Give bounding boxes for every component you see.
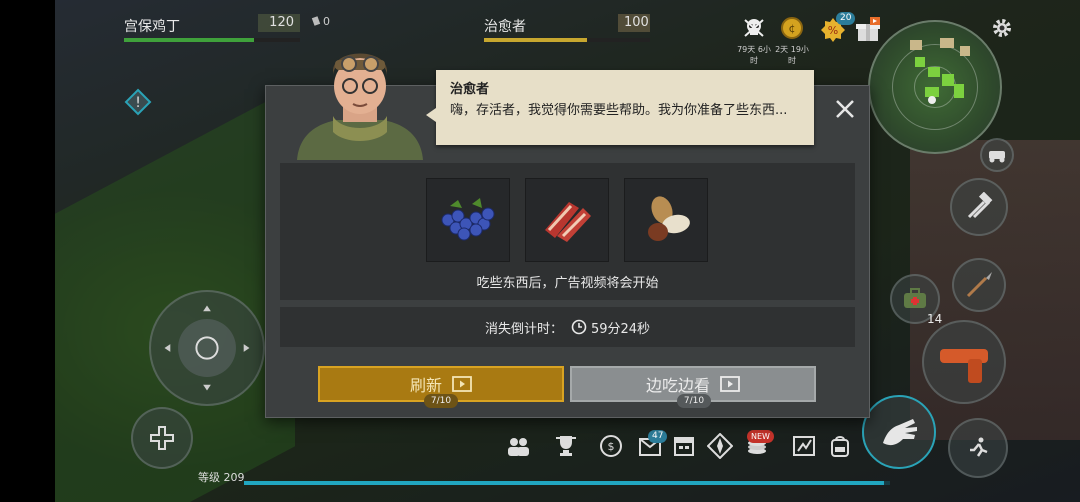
reward-slot-blueberries[interactable] (426, 178, 510, 262)
reward-slot-nuts[interactable] (624, 178, 708, 262)
weapon-ammo: 14 (927, 312, 943, 326)
map-icon[interactable] (790, 432, 818, 460)
hammer-icon (967, 192, 993, 219)
sprint-button[interactable] (948, 418, 1008, 478)
coin-icon[interactable]: ¢ (778, 14, 806, 42)
weapon-slot[interactable] (922, 320, 1006, 404)
calendar-icon[interactable] (670, 432, 698, 460)
speech-bubble: 治愈者 嗨，存活者，我觉得你需要些帮助。我为你准备了些东西... (426, 70, 814, 145)
npc-value: 100 (618, 14, 650, 32)
compass-icon[interactable] (706, 432, 734, 460)
interact-button[interactable] (862, 395, 936, 469)
cartridge-icon (311, 14, 321, 29)
bacon-icon (545, 202, 591, 242)
nuts-icon (648, 196, 690, 241)
plus-icon (150, 426, 174, 450)
coin-timer: 2天 19小时 (775, 45, 809, 65)
ammo-value: 0 (323, 15, 330, 28)
countdown-panel: 消失倒计时： 59分24秒 (280, 307, 855, 347)
clock-icon (571, 319, 587, 335)
discount-badge: 20 (836, 12, 856, 25)
flare-gun-icon (940, 349, 988, 383)
minimap-markers (910, 38, 970, 104)
heal-button[interactable] (131, 407, 193, 469)
countdown-value: 59分24秒 (590, 321, 651, 337)
motorcycle-icon (989, 151, 1005, 163)
new-badge: NEW (747, 430, 774, 443)
backpack-icon[interactable] (826, 432, 854, 460)
movement-joystick[interactable] (149, 290, 265, 406)
mail-badge: 47 (648, 430, 668, 443)
video-play-icon (452, 376, 472, 392)
close-button[interactable] (830, 94, 860, 124)
svg-text:$: $ (608, 440, 615, 453)
svg-text:!: ! (135, 95, 141, 111)
melee-slot[interactable] (952, 258, 1006, 312)
svg-text:%: % (828, 24, 838, 37)
spear-icon (966, 272, 992, 298)
hand-icon (883, 419, 917, 446)
healer-portrait (285, 40, 435, 160)
video-play-icon (720, 376, 740, 392)
svg-text:¢: ¢ (789, 22, 796, 35)
level-label: 等级 209 (198, 471, 245, 484)
xp-bar (244, 481, 890, 485)
skull-icon[interactable] (740, 14, 768, 42)
player-health-bar (124, 38, 300, 42)
close-icon (836, 100, 854, 118)
npc-progress-bar (484, 38, 650, 42)
alert-icon[interactable]: ! (124, 88, 152, 116)
gear-icon[interactable] (988, 14, 1016, 42)
ammo-counter: 0 (311, 14, 330, 29)
watch-label: 边吃边看 (645, 376, 710, 395)
watch-count: 7/10 (677, 394, 711, 408)
medkit-icon (904, 288, 926, 308)
reward-slot-bacon[interactable] (525, 178, 609, 262)
vehicle-button[interactable] (980, 138, 1014, 172)
speaker-name: 治愈者 (450, 82, 490, 97)
npc-name: 治愈者 (484, 19, 526, 35)
speech-text: 嗨，存活者，我觉得你需要些帮助。我为你准备了些东西... (450, 103, 788, 118)
clan-icon[interactable] (504, 432, 532, 460)
countdown-label: 消失倒计时： (484, 321, 563, 337)
craft-button[interactable] (950, 178, 1008, 236)
trophy-icon[interactable] (552, 432, 580, 460)
player-name: 宫保鸡丁 (124, 19, 180, 35)
reward-note: 吃些东西后，广告视频将会开始 (476, 276, 659, 291)
refresh-label: 刷新 (409, 376, 442, 395)
blueberries-icon (441, 198, 495, 241)
quest-icon[interactable]: $ (597, 432, 625, 460)
player-health-value: 120 (258, 14, 300, 32)
minimap[interactable] (868, 20, 1002, 154)
skull-timer: 79天 6小时 (737, 45, 771, 65)
refresh-count: 7/10 (424, 394, 458, 408)
running-icon (970, 437, 988, 457)
